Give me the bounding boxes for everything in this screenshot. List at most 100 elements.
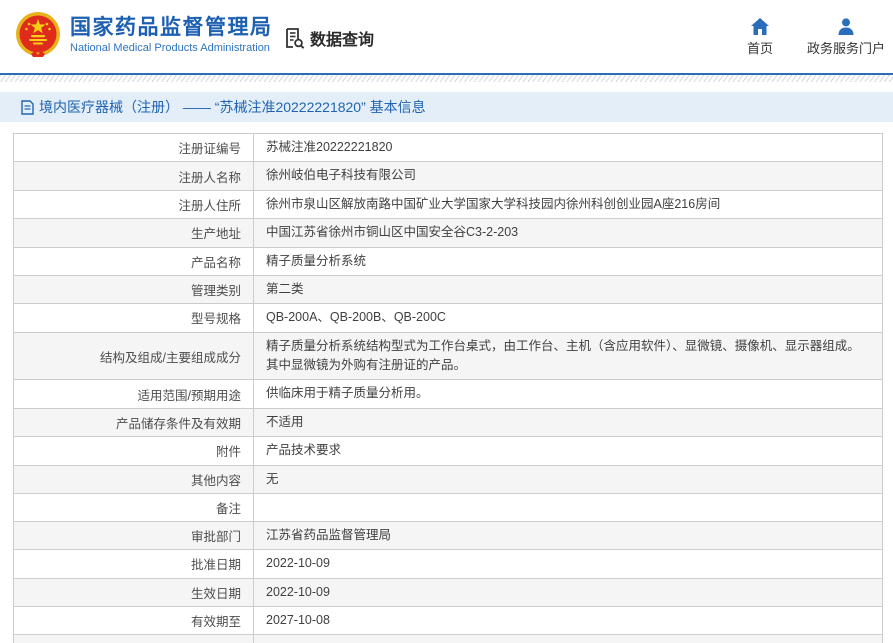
table-row: 适用范围/预期用途 供临床用于精子质量分析用。 [13,379,883,409]
table-row: 变更情况 [13,634,883,643]
row-value-text: 徐州岐伯电子科技有限公司 [266,168,417,183]
row-label-text: 附件 [215,445,241,460]
row-label-text: 有效期至 [190,615,241,630]
row-value-text: 中国江苏省徐州市铜山区中国安全谷C3-2-203 [266,225,519,240]
row-label-text: 生产地址 [190,227,241,242]
row-label-text: 产品储存条件及有效期 [115,416,241,431]
row-value: 产品技术要求 [253,436,883,466]
nav-portal-label: 政务服务门户 [806,41,885,56]
row-value: 无 [253,464,883,494]
row-value: 供临床用于精子质量分析用。 [253,379,883,409]
row-label: 有效期至 [13,605,254,636]
table-row: 产品名称 精子质量分析系统 [13,246,883,276]
row-value: 2027-10-08 [253,605,883,636]
row-value-text: 不适用 [266,414,304,429]
registration-info-section: 注册证编号 苏械注准20222221820 注册人名称 徐州岐伯电子科技有限公司 注册人… [13,132,883,643]
table-row: 生效日期 2022-10-09 [13,577,883,608]
row-value: 2022-10-09 [253,549,883,579]
row-label: 管理类别 [13,274,254,305]
nav-portal[interactable]: 政务服务门户 [807,18,885,57]
row-label: 结构及组成/主要组成成分 [13,331,254,381]
row-value-text: 2022-10-09 [266,556,330,571]
table-row: 其他内容 无 [13,464,883,494]
row-label-text: 结构及组成/主要组成成分 [100,350,241,365]
row-value: 中国江苏省徐州市铜山区中国安全谷C3-2-203 [253,218,883,248]
row-label: 注册证编号 [13,132,254,163]
row-label: 注册人名称 [13,161,254,191]
row-label-text: 注册证编号 [178,142,241,157]
row-label-text: 型号规格 [190,312,241,327]
national-emblem-logo [16,12,60,57]
row-label: 变更情况 [13,634,254,643]
row-label: 审批部门 [13,520,254,551]
hatch-band [0,75,893,82]
row-value-text: 产品技术要求 [266,443,342,458]
row-value: 第二类 [253,274,883,305]
breadcrumb-text: 境内医疗器械（注册） —— “苏械注准20222221820” 基本信息 [39,99,426,115]
row-value-text: 精子质量分析系统 [266,253,367,268]
row-value-text: 2022-10-09 [266,584,330,599]
row-label: 型号规格 [13,303,254,333]
row-label: 产品储存条件及有效期 [13,407,254,438]
table-row: 备注 [13,492,883,522]
table-row: 批准日期 2022-10-09 [13,549,883,579]
site-header: 国家药品监督管理局 National Medical Products Admi… [0,0,893,73]
row-label-text: 审批部门 [190,530,241,545]
row-value: 徐州岐伯电子科技有限公司 [253,161,883,191]
row-value: 苏械注准20222221820 [253,132,883,163]
table-row: 有效期至 2027-10-08 [13,605,883,636]
table-row: 生产地址 中国江苏省徐州市铜山区中国安全谷C3-2-203 [13,218,883,248]
site-brand-link[interactable]: 国家药品监督管理局 National Medical Products Admi… [14,11,273,59]
row-label-text: 注册人名称 [178,170,241,185]
row-value-text: 供临床用于精子质量分析用。 [266,386,429,401]
nav-home-label: 首页 [746,41,773,56]
site-subtitle: National Medical Products Administration [70,42,270,55]
site-title: 国家药品监督管理局 [70,15,273,39]
table-row: 型号规格 QB-200A、QB-200B、QB-200C [13,303,883,333]
row-value-text: 江苏省药品监督管理局 [266,527,392,542]
row-value-text: 2027-10-08 [266,613,330,627]
row-label: 生产地址 [13,218,254,248]
row-label: 产品名称 [13,246,254,276]
row-value: 不适用 [253,407,883,438]
row-value: 精子质量分析系统结构型式为工作台桌式，由工作台、主机（含应用软件）、显微镜、摄像… [253,331,883,381]
row-label-text: 备注 [215,501,241,516]
table-row: 注册证编号 苏械注准20222221820 [13,132,883,163]
row-value-text: 精子质量分析系统结构型式为工作台桌式，由工作台、主机（含应用软件）、显微镜、摄像… [266,338,860,372]
row-label-text: 适用范围/预期用途 [137,388,241,403]
document-search-icon [286,28,305,49]
row-value: 2022-10-09 [253,577,883,608]
row-value: 徐州市泉山区解放南路中国矿业大学国家大学科技园内徐州科创创业园A座216房间 [253,189,883,220]
row-label: 批准日期 [13,549,254,579]
row-value: 精子质量分析系统 [253,246,883,276]
row-value: QB-200A、QB-200B、QB-200C [253,303,883,333]
row-value [253,634,883,643]
row-label-text: 注册人住所 [178,198,241,213]
row-label-text: 其他内容 [190,473,241,488]
row-value-text: 第二类 [266,281,304,296]
row-value-text: 苏械注准20222221820 [266,140,393,154]
nav-home[interactable]: 首页 [747,18,773,57]
table-row: 附件 产品技术要求 [13,436,883,466]
registration-info-table: 注册证编号 苏械注准20222221820 注册人名称 徐州岐伯电子科技有限公司 注册人… [13,132,883,643]
row-value [253,492,883,522]
row-label: 适用范围/预期用途 [13,379,254,409]
row-value: 江苏省药品监督管理局 [253,520,883,551]
document-icon [21,99,34,115]
data-query-nav[interactable]: 数据查询 [282,26,374,50]
row-value-text: 无 [266,471,279,486]
row-label: 生效日期 [13,577,254,608]
row-label: 附件 [13,436,254,466]
table-row: 结构及组成/主要组成成分 精子质量分析系统结构型式为工作台桌式，由工作台、主机（含… [13,331,883,381]
row-label: 其他内容 [13,464,254,494]
table-row: 审批部门 江苏省药品监督管理局 [13,520,883,551]
row-label: 注册人住所 [13,189,254,220]
table-row: 注册人住所 徐州市泉山区解放南路中国矿业大学国家大学科技园内徐州科创创业园A座21… [13,189,883,220]
row-value-text: 徐州市泉山区解放南路中国矿业大学国家大学科技园内徐州科创创业园A座216房间 [266,196,721,211]
table-row: 产品储存条件及有效期 不适用 [13,407,883,438]
user-icon [838,18,854,35]
table-row: 注册人名称 徐州岐伯电子科技有限公司 [13,161,883,191]
breadcrumb: 境内医疗器械（注册） —— “苏械注准20222221820” 基本信息 [0,92,893,122]
row-label-text: 批准日期 [190,558,241,573]
table-row: 管理类别 第二类 [13,274,883,305]
